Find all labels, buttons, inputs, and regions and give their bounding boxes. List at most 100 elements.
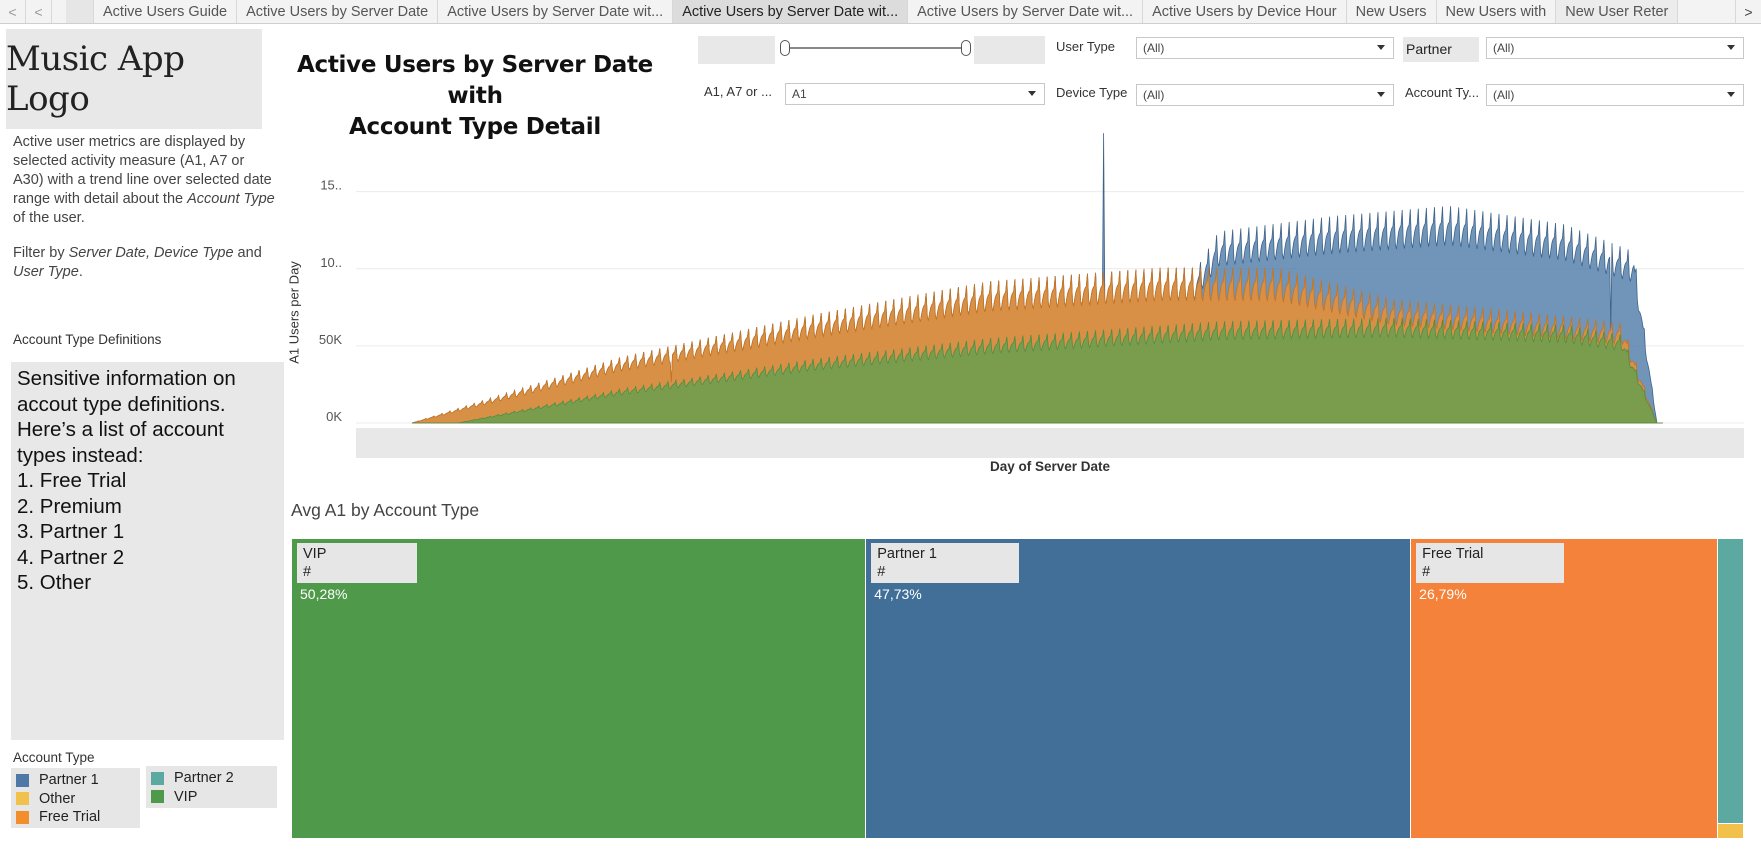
definition-item: 1. Free Trial xyxy=(17,469,127,492)
text-fragment: and xyxy=(233,245,262,261)
partner-label: Partner xyxy=(1403,37,1479,62)
treemap-cell-partner-2[interactable] xyxy=(1717,539,1743,823)
sheet-tab-bar: < < Active Users Guide Active Users by Se… xyxy=(0,0,1761,24)
device-type-value: (All) xyxy=(1143,88,1165,102)
treemap-percent-label: 50,28% xyxy=(300,586,348,602)
end-date-field[interactable] xyxy=(974,36,1045,64)
tabs: Active Users Guide Active Users by Server… xyxy=(94,0,1679,23)
date-range-end-handle[interactable] xyxy=(961,40,971,56)
logo: Music App Logo xyxy=(6,29,262,129)
legend-item[interactable]: Partner 1 xyxy=(11,771,140,790)
y-tick-label: 15.. xyxy=(320,178,342,193)
legend-swatch xyxy=(16,810,29,824)
treemap-cell-vip[interactable] xyxy=(292,539,866,838)
text-fragment: User Type xyxy=(13,264,79,280)
tab-8[interactable]: New User Reter xyxy=(1556,0,1679,23)
treemap-category-name: Free Trial xyxy=(1422,546,1484,562)
treemap-tooltip-label: Free Trial # xyxy=(1416,543,1565,583)
definitions-intro: Sensitive information on accout type def… xyxy=(17,367,236,467)
measure-dropdown[interactable]: A1 xyxy=(785,83,1045,105)
tab-3[interactable]: Active Users by Server Date wit... xyxy=(673,0,909,23)
measure-value: A1 xyxy=(792,87,807,101)
text-fragment: Account Type xyxy=(187,191,275,207)
chevron-down-icon xyxy=(1727,92,1735,97)
legend-label: Partner 2 xyxy=(174,770,234,787)
chevron-down-icon xyxy=(1028,91,1036,96)
tab-4[interactable]: Active Users by Server Date wit... xyxy=(908,0,1144,23)
legend-swatch xyxy=(151,771,164,785)
treemap-value-label: # xyxy=(303,564,312,580)
treemap-percent-label: 26,79% xyxy=(1419,586,1467,602)
tab-6[interactable]: New Users xyxy=(1346,0,1437,23)
legend-swatch xyxy=(16,792,29,806)
device-type-dropdown[interactable]: (All) xyxy=(1136,84,1394,106)
tab-blank[interactable] xyxy=(66,0,94,23)
title-line-1: Active Users by Server Date with xyxy=(297,52,653,109)
text-fragment: of the user. xyxy=(13,210,85,226)
treemap-value-label: # xyxy=(877,564,886,580)
definitions-list: 1. Free Trial 2. Premium 3. Partner 1 4. Pa… xyxy=(17,468,278,596)
text-fragment: Server Date, Device Type xyxy=(68,245,234,261)
partner-value: (All) xyxy=(1493,41,1515,55)
tab-2[interactable]: Active Users by Server Date wit... xyxy=(438,0,674,23)
legend-label: Free Trial xyxy=(39,809,101,826)
date-range-start-handle[interactable] xyxy=(780,40,790,56)
text-fragment: Filter by xyxy=(13,245,69,261)
definition-item: 3. Partner 1 xyxy=(17,520,125,543)
chevron-down-icon xyxy=(1377,92,1385,97)
date-range-slider-track[interactable] xyxy=(783,47,966,49)
filter-note-text: Filter by Server Date, Device Type and U… xyxy=(13,244,275,282)
tab-5[interactable]: Active Users by Device Hour xyxy=(1143,0,1347,23)
user-type-dropdown[interactable]: (All) xyxy=(1136,37,1394,59)
legend-item[interactable]: Free Trial xyxy=(11,808,140,827)
legend-label: Other xyxy=(39,790,76,807)
chevron-down-icon xyxy=(1727,45,1735,50)
definitions-title: Account Type Definitions xyxy=(13,332,162,347)
treemap-tooltip-label: VIP # xyxy=(297,543,417,583)
text-fragment: . xyxy=(78,264,83,280)
measure-label: A1, A7 or ... xyxy=(704,84,772,99)
legend-column-2: Partner 2 VIP xyxy=(146,766,277,808)
legend-label: VIP xyxy=(174,788,198,805)
start-date-field[interactable] xyxy=(698,36,775,64)
treemap-cell-free-trial[interactable] xyxy=(1411,539,1717,838)
definitions-box: Sensitive information on accout type def… xyxy=(11,362,284,740)
tab-0[interactable]: Active Users Guide xyxy=(94,0,238,23)
treemap-cell-other[interactable] xyxy=(1717,824,1743,838)
tab-scroll-prev-icon[interactable]: < xyxy=(26,0,52,23)
treemap-category-name: VIP xyxy=(303,546,327,562)
y-tick-label: 0K xyxy=(326,409,342,424)
left-panel: Music App Logo Active user metrics are d… xyxy=(0,24,290,860)
legend-swatch xyxy=(16,773,29,787)
account-type-treemap[interactable]: VIP #50,28% Partner 1 #47,73% Free Trial #26,… xyxy=(292,539,1744,838)
tab-scroll-right-icon[interactable]: > xyxy=(1735,0,1761,23)
account-type-dropdown[interactable]: (All) xyxy=(1486,84,1744,106)
legend-item[interactable]: Other xyxy=(11,790,140,809)
legend-label: Partner 1 xyxy=(39,772,99,789)
description-text: Active user metrics are displayed by sel… xyxy=(13,133,275,228)
y-tick-label: 50K xyxy=(319,332,342,347)
treemap-cell-partner-1[interactable] xyxy=(866,539,1411,838)
treemap-value-label: # xyxy=(1422,564,1431,580)
x-axis-band xyxy=(356,428,1744,458)
legend-column-1: Partner 1 Other Free Trial xyxy=(11,768,140,828)
user-type-label: User Type xyxy=(1056,39,1116,54)
chevron-down-icon xyxy=(1377,45,1385,50)
legend-title: Account Type xyxy=(13,750,95,765)
legend-item[interactable]: Partner 2 xyxy=(146,769,277,788)
account-type-label: Account Ty... xyxy=(1405,85,1479,100)
x-axis-label: Day of Server Date xyxy=(989,459,1111,474)
device-type-label: Device Type xyxy=(1056,85,1128,100)
treemap-percent-label: 47,73% xyxy=(874,586,922,602)
legend-item[interactable]: VIP xyxy=(146,788,277,807)
tab-7[interactable]: New Users with xyxy=(1436,0,1557,23)
definition-item: 5. Other xyxy=(17,571,92,594)
treemap-tooltip-label: Partner 1 # xyxy=(871,543,1020,583)
partner-dropdown[interactable]: (All) xyxy=(1486,37,1744,59)
account-type-value: (All) xyxy=(1493,88,1515,102)
definition-item: 2. Premium xyxy=(17,494,122,518)
tab-1[interactable]: Active Users by Server Date xyxy=(237,0,439,23)
tab-scroll-left-icon[interactable]: < xyxy=(0,0,26,23)
definition-item: 4. Partner 2 xyxy=(17,545,125,569)
treemap-category-name: Partner 1 xyxy=(877,546,937,562)
